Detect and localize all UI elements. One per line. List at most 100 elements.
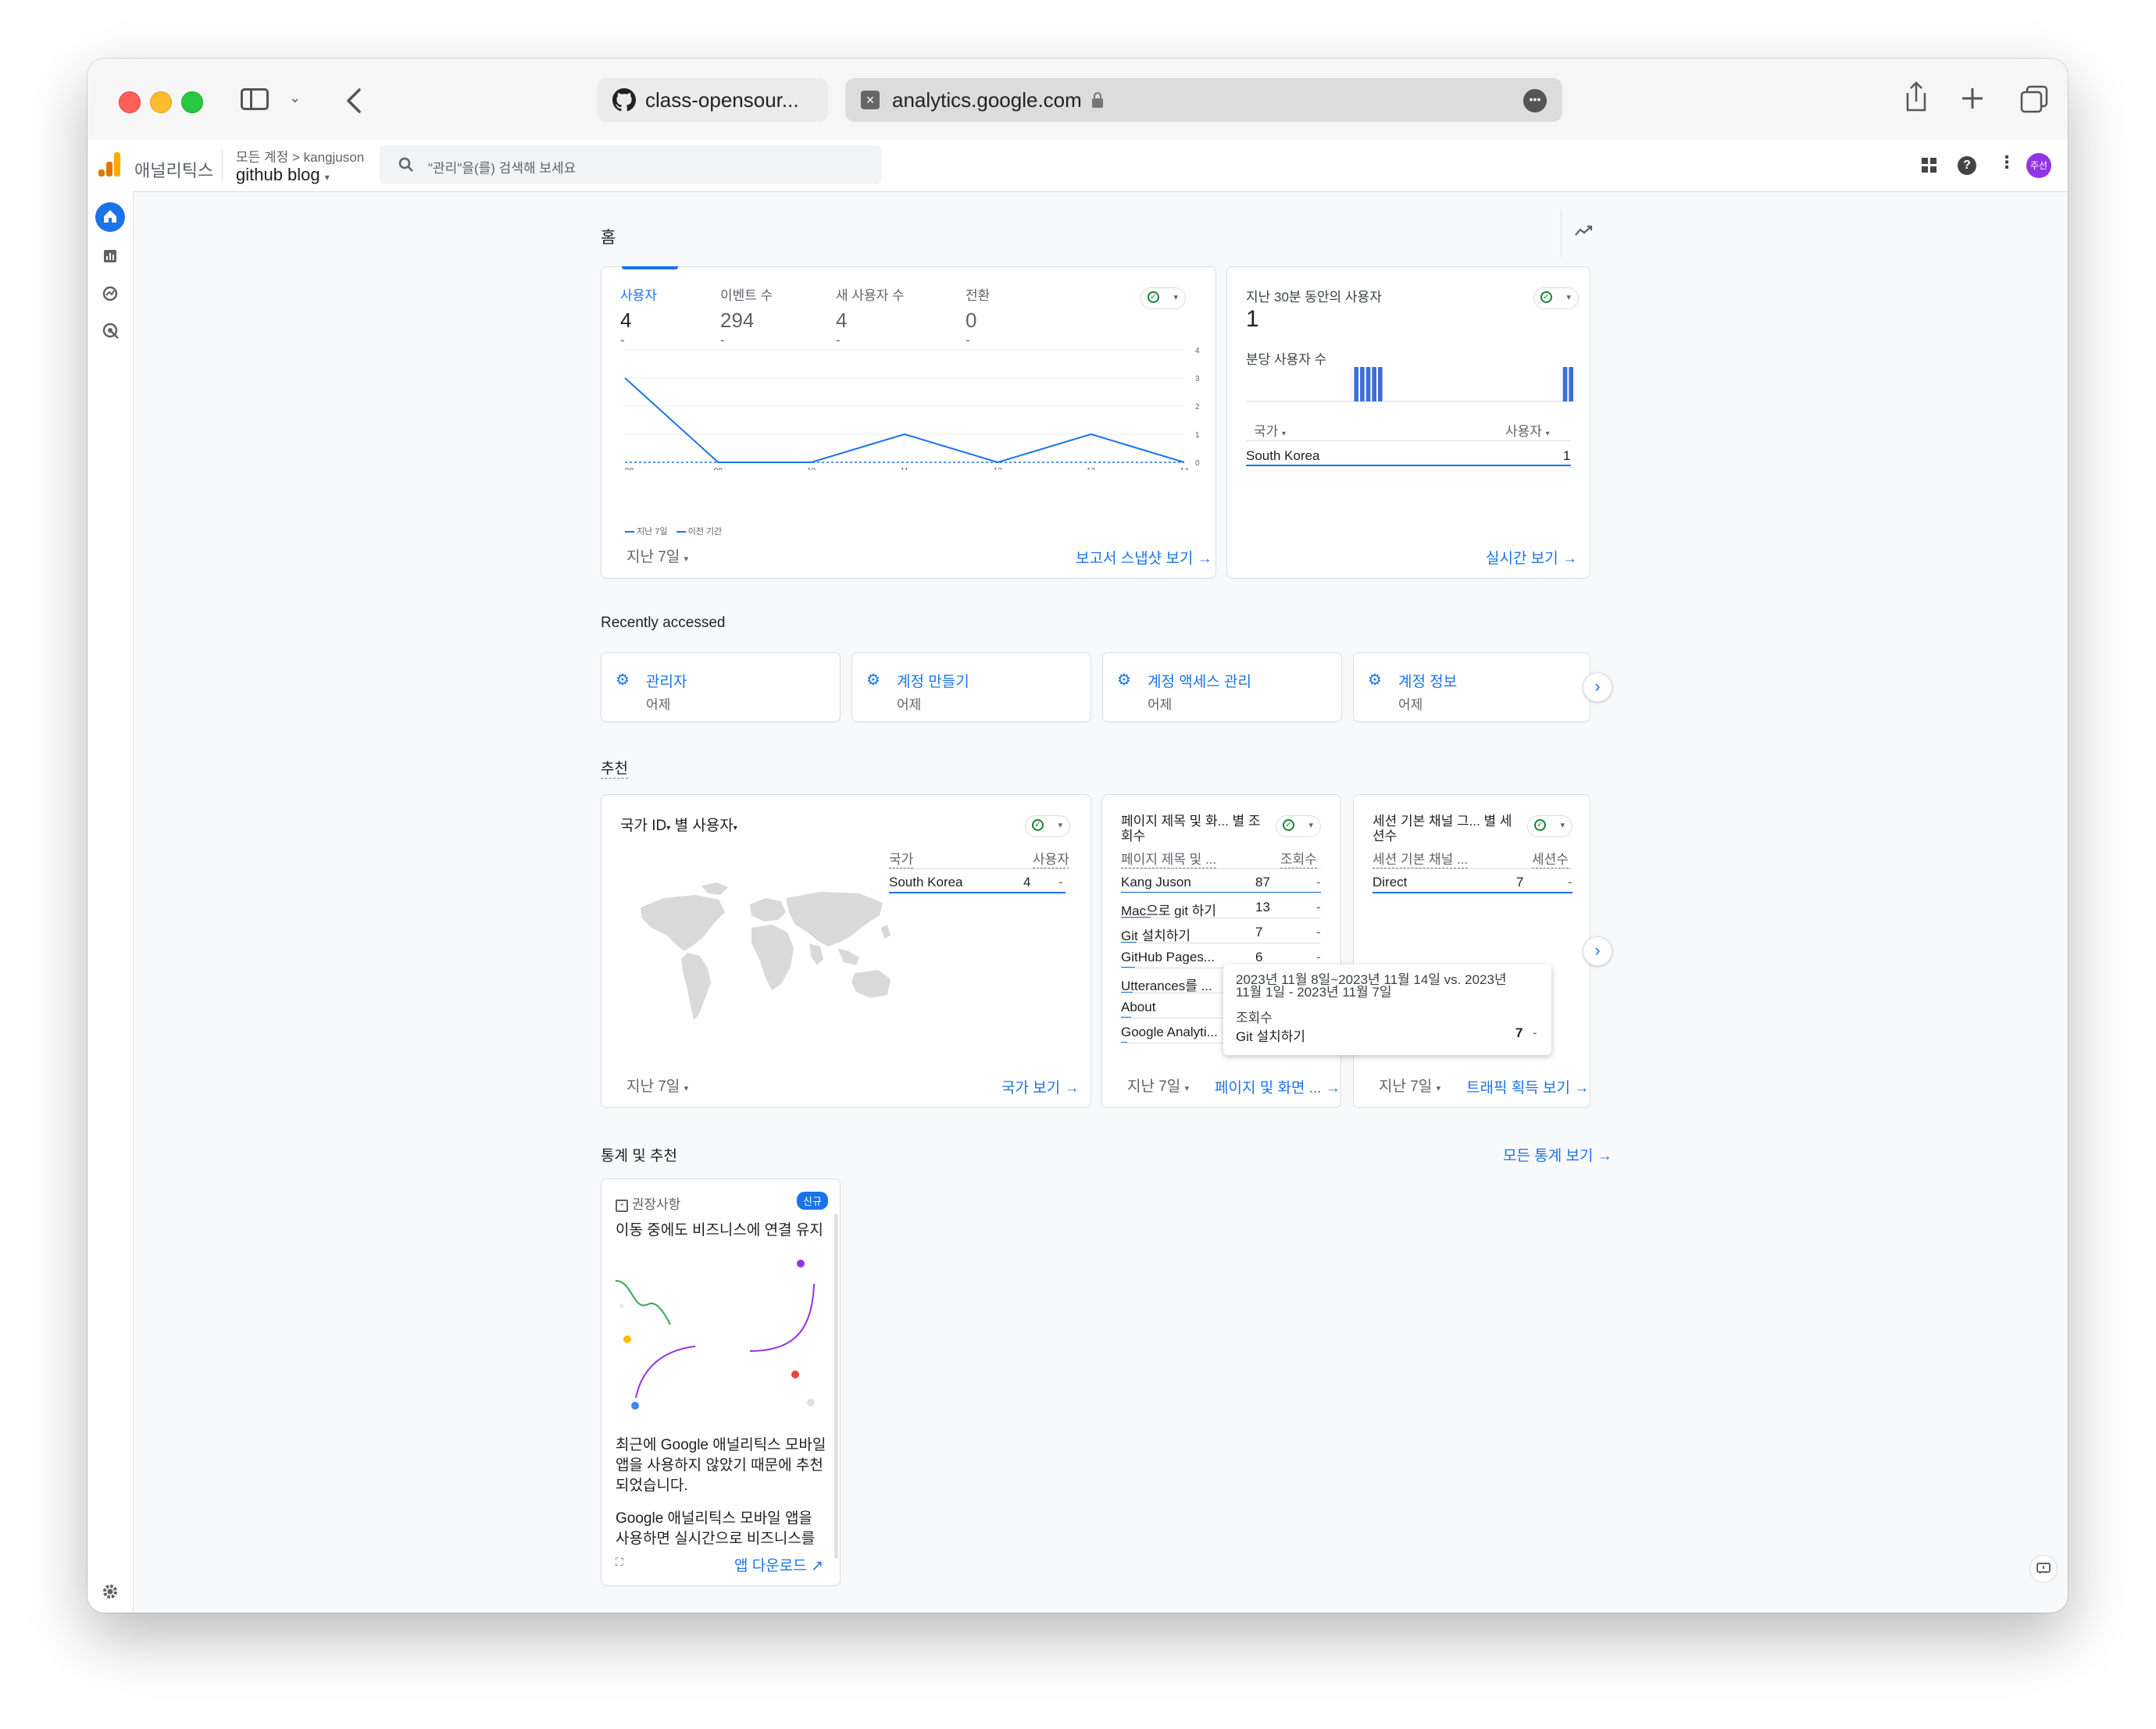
nav-home[interactable] [95,202,125,232]
date-range-selector[interactable]: 지난 7일 ▾ [626,545,688,566]
sidebar-toggle-icon[interactable] [241,88,269,110]
title-divider [1561,210,1562,257]
scrollbar[interactable] [834,1214,838,1559]
caret-down-icon: ▾ [1560,821,1565,830]
more-vert-icon[interactable]: ⋮ [1998,152,2015,173]
users-column-header[interactable]: 사용자 ▾ [1505,420,1550,440]
chevron-right-icon: › [1594,676,1601,696]
recent-item[interactable]: ⚙ 계정 만들기 어제 [851,652,1091,722]
metric-conversions[interactable]: 전환 0 - [966,284,990,348]
country-link[interactable]: 국가 보기 → [1001,1076,1079,1097]
data-quality-chip[interactable]: ✓ ▾ [1276,815,1321,837]
tab-overview-icon[interactable] [2020,85,2048,113]
country-link-label: 국가 보기 [1001,1080,1061,1096]
tab-analytics[interactable]: × analytics.google.com ••• [845,78,1562,122]
back-arrow-icon[interactable] [345,88,362,113]
x-tick-label: 12 [994,467,1003,470]
channel-card: 세션 기본 채널 그... 별 세션수 ✓ ▾ 세션 기본 채널 ... 세션수 … [1353,794,1590,1108]
close-window-button[interactable] [119,91,141,113]
insights-title: 통계 및 추천 [601,1148,677,1164]
col-label: 사용자 [1505,424,1542,439]
share-icon[interactable] [1904,80,1928,113]
app-download-link[interactable]: 앱 다운로드 ↗ [734,1554,823,1575]
settings-gear-icon[interactable] [102,1583,119,1600]
expand-icon[interactable]: ⛶ [616,1556,623,1569]
minute-bar [1372,367,1376,401]
plus-box-icon: + [616,1199,628,1212]
zoom-window-button[interactable] [181,91,203,113]
col-channel: 세션 기본 채널 ... [1372,848,1469,868]
row-country: South Korea [889,875,963,889]
recent-item[interactable]: ⚙ 계정 액세스 관리 어제 [1102,652,1342,722]
chevron-down-icon[interactable]: ⌄ [289,90,301,106]
table-divider [1246,440,1571,441]
carousel-next-button[interactable]: › [1583,936,1612,966]
realtime-row-country: South Korea [1246,448,1320,463]
account-breadcrumb[interactable]: 모든 계정 > kangjuson [236,146,364,166]
arrow-right-icon: → [1064,1080,1080,1096]
data-quality-chip[interactable]: ✓ ▾ [1533,287,1579,309]
tab-label: class-opensour... [645,87,799,112]
channel-card-title[interactable]: 세션 기본 채널 그... 별 세션수 [1372,814,1513,843]
metric-label[interactable]: 별 사용자 [675,818,734,834]
minimize-window-button[interactable] [150,91,172,113]
pages-card-title[interactable]: 페이지 제목 및 화... 별 조회수 [1121,814,1262,843]
lock-icon [1091,92,1103,108]
gear-icon: ⚙ [1117,672,1131,689]
feedback-button[interactable] [2029,1555,2058,1583]
y-tick-label: 3 [1195,375,1200,383]
insights-trend-icon[interactable] [1574,224,1594,238]
metric-label: 사용자 [620,288,657,303]
reports-icon[interactable] [103,249,117,263]
property-selector[interactable]: github blog ▾ [236,165,330,185]
arrow-right-icon: → [1597,1148,1612,1164]
row-value: 87 [1255,875,1270,889]
realtime-card: 지난 30분 동안의 사용자 1 ✓ ▾ 분당 사용자 수 국가 ▾ 사용자 ▾ … [1226,266,1590,579]
row-page: About [1121,1000,1156,1014]
country-card: 국가 ID▾ 별 사용자▾ ✓▾ 국가 사용자 South Korea 4 - [601,794,1091,1108]
arrow-right-icon: → [1562,551,1577,567]
recent-item[interactable]: ⚙ 계정 정보 어제 [1353,652,1590,722]
date-range-selector[interactable]: 지난 7일 ▾ [626,1075,688,1096]
recent-item-sub: 어제 [897,697,922,712]
search-box[interactable]: "관리"을(를) 검색해 보세요 [380,145,881,184]
avatar[interactable]: 주선 [2026,153,2051,178]
caret-down-icon: ▾ [1282,430,1287,438]
recent-item[interactable]: ⚙ 관리자 어제 [601,652,841,722]
traffic-link[interactable]: 트래픽 획득 보기 → [1466,1076,1589,1097]
apps-grid-icon[interactable] [1922,158,1937,173]
carousel-next-button[interactable]: › [1583,672,1612,702]
data-quality-chip[interactable]: ✓ ▾ [1140,287,1186,309]
metric-events[interactable]: 이벤트 수 294 - [720,284,773,348]
date-range-selector[interactable]: 지난 7일 ▾ [1379,1075,1440,1096]
tab-github[interactable]: class-opensour... [597,78,828,122]
realtime-link[interactable]: 실시간 보기 → [1486,547,1577,568]
new-tab-icon[interactable] [1961,87,1984,110]
more-options-icon[interactable]: ••• [1523,89,1547,112]
data-quality-chip[interactable]: ✓ ▾ [1025,815,1070,837]
overview-card: 사용자 4 - 이벤트 수 294 - 새 사용자 수 4 - 전환 0 - ✓… [601,266,1216,579]
tab-close-icon[interactable]: × [861,91,880,109]
tooltip-date-line-2: 11월 1일 - 2023년 11월 7일 [1236,985,1392,1000]
advertising-icon[interactable] [102,323,120,340]
minute-bar [1569,367,1573,401]
gear-icon: ⚙ [616,672,630,689]
dimension-label[interactable]: 국가 ID [620,818,666,834]
date-range-selector[interactable]: 지난 7일 ▾ [1127,1075,1189,1096]
all-insights-link[interactable]: 모든 통계 보기 → [1503,1144,1612,1165]
legend-current-label: 지난 7일 [637,527,668,537]
country-column-header[interactable]: 국가 ▾ [1254,420,1286,440]
help-icon[interactable]: ? [1958,156,1976,175]
open-in-new-icon: ↗ [810,1558,823,1574]
recommendation-headline: 이동 중에도 비즈니스에 연결 유지 [616,1222,823,1239]
x-tick-label: 11 [901,467,909,470]
row-page: GitHub Pages... [1121,950,1215,964]
explore-icon[interactable] [102,286,118,301]
metric-users[interactable]: 사용자 4 - [620,284,657,348]
caret-down-icon: ▾ [1184,1084,1190,1093]
row-delta: - [1568,875,1572,889]
report-snapshot-link[interactable]: 보고서 스냅샷 보기 → [1076,547,1212,568]
pages-link[interactable]: 페이지 및 화면 ... → [1215,1076,1340,1097]
data-quality-chip[interactable]: ✓ ▾ [1527,815,1572,837]
metric-new-users[interactable]: 새 사용자 수 4 - [836,284,905,348]
